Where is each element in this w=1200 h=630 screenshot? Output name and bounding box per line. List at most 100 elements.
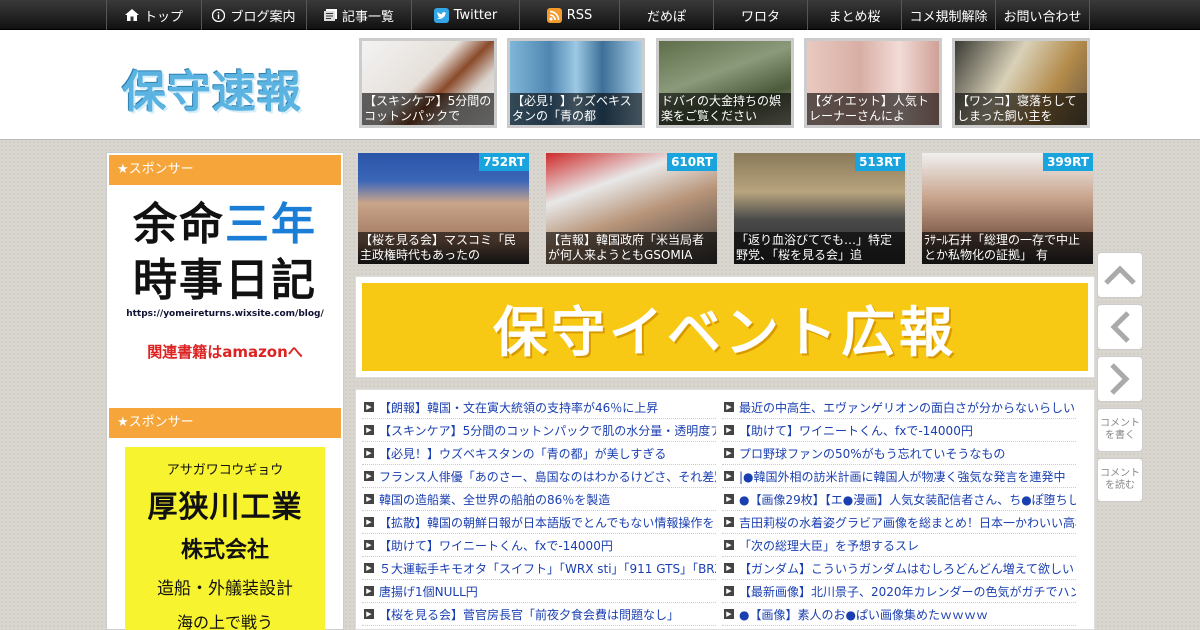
featured-caption: 【吉報】韓国政府「米当局者が何人来ようともGSOMIA: [546, 232, 717, 264]
arrow-icon: ▶: [724, 471, 734, 481]
nav-item-label: ワロタ: [740, 9, 780, 25]
nav-item-rss[interactable]: RSS: [519, 0, 619, 30]
featured-article[interactable]: 513RT 「返り血浴びてでも…」特定野党、「桜を見る会」追: [734, 153, 905, 264]
sidebar: ★スポンサー 余命三年 時事日記 https://yomeireturns.wi…: [106, 152, 344, 630]
nav-item-article-list[interactable]: 記事一覧: [306, 0, 411, 30]
list-item[interactable]: ▶ フランス人俳優「あのさー、島国なのはわかるけどさ、それ差別だよ: [362, 465, 716, 488]
site-logo[interactable]: 保守速報: [122, 56, 302, 120]
banner-url: https://yomeireturns.wixsite.com/blog/: [126, 309, 324, 319]
thumb-caption: 【必見！】ウズベキスタンの「青の都: [510, 93, 642, 125]
header-article-thumb[interactable]: 【スキンケア】5分間のコットンパックで: [359, 38, 497, 128]
header-article-thumb[interactable]: ドバイの大金持ちの娯楽をご覧ください: [656, 38, 794, 128]
arrow-icon: ▶: [724, 448, 734, 458]
arrow-icon: ▶: [724, 586, 734, 596]
arrow-icon: ▶: [364, 517, 374, 527]
list-item[interactable]: ▶ 【助けて】ワイニートくん、fxで-14000円: [362, 534, 716, 557]
list-item[interactable]: ▶ 【拡散】韓国の朝鮮日報が日本語版でとんでもない情報操作を: [362, 511, 716, 534]
header-article-thumb[interactable]: 【ワンコ】寝落ちしてしまった飼い主を: [952, 38, 1090, 128]
nav-item-blog-guide[interactable]: ブログ案内: [201, 0, 306, 30]
nav-item-top[interactable]: トップ: [106, 0, 201, 30]
featured-caption: ﾗｻｰﾙ石井「総理の一存で中止とか私物化の証拠」 有: [922, 232, 1093, 264]
featured-article[interactable]: 752RT 【桜を見る会】マスコミ「民主政権時代もあったの: [358, 153, 529, 264]
list-icon: [323, 9, 337, 21]
twitter-icon: [433, 7, 449, 23]
scroll-top-button[interactable]: [1097, 252, 1143, 298]
nav-item-label: RSS: [566, 7, 593, 23]
nav-item-label: まとめ桜: [828, 9, 881, 25]
list-item[interactable]: ▶ 最近の中高生、エヴァンゲリオンの面白さが分からないらしい: [722, 396, 1076, 419]
list-item[interactable]: ▶ 【助けて】ワイニートくん、fxで-14000円: [722, 419, 1076, 442]
banner-title-line2: 時事日記: [133, 255, 317, 306]
nav-item-label: ブログ案内: [230, 9, 296, 25]
list-item[interactable]: ▶●【画像29枚】【エ●漫画】人気女装配信者さん、ち●ぽ堕ちしてしまう: [722, 488, 1076, 511]
sponsor-heading: ★スポンサー: [109, 408, 341, 438]
nav-item-twitter[interactable]: Twitter: [411, 0, 519, 30]
featured-article[interactable]: 399RT ﾗｻｰﾙ石井「総理の一存で中止とか私物化の証拠」 有: [922, 153, 1093, 264]
featured-article[interactable]: 610RT 【吉報】韓国政府「米当局者が何人来ようともGSOMIA: [546, 153, 717, 264]
list-item[interactable]: ▶ 【ガンダム】こういうガンダムはむしろどんどん増えて欲しい: [722, 557, 1076, 580]
read-comment-button[interactable]: コメントを読む: [1097, 458, 1143, 502]
event-banner[interactable]: 保守イベント広報: [355, 276, 1095, 378]
company-name: 厚狭川工業: [147, 490, 303, 525]
article-list: ▶ 【朗報】韓国・文在寅大統領の支持率が46％に上昇 ▶ 【スキンケア】5分間のコッ…: [355, 389, 1095, 630]
list-item[interactable]: ▶ 【スキンケア】5分間のコットンパックで肌の水分量・透明度アップ: [362, 419, 716, 442]
event-banner-title: 保守イベント広報: [493, 300, 957, 364]
write-comment-button[interactable]: コメントを書く: [1097, 408, 1143, 452]
header-article-thumb[interactable]: 【必見！】ウズベキスタンの「青の都: [507, 38, 645, 128]
arrow-icon: ▶: [364, 402, 374, 412]
list-item[interactable]: ▶ 韓国の造船業、全世界の船舶の86％を製造: [362, 488, 716, 511]
arrow-icon: ▶: [364, 448, 374, 458]
nav-menu: トップ ブログ案内 記事一覧 Twitter RSS だめぽ ワロタ まとめ桜 …: [106, 0, 1090, 30]
thumb-caption: ドバイの大金持ちの娯楽をご覧ください: [659, 93, 791, 125]
company-description: 造船・外艤装設計: [157, 579, 293, 599]
sponsor-banner-yomei[interactable]: 余命三年 時事日記 https://yomeireturns.wixsite.c…: [109, 197, 341, 387]
arrow-icon: ▶: [364, 563, 374, 573]
event-banner-background: 保守イベント広報: [362, 283, 1088, 371]
company-type: 株式会社: [180, 538, 269, 563]
list-item[interactable]: ▶ |●韓国外相の訪米計画に韓国人が物凄く強気な発言を連発中: [722, 465, 1076, 488]
arrow-icon: ▶: [364, 425, 374, 435]
nav-item-label: だめぽ: [646, 9, 686, 25]
thumb-caption: 【ダイエット】人気トレーナーさんによ: [807, 93, 939, 125]
retweet-count-badge: 399RT: [1043, 153, 1093, 171]
list-item[interactable]: ▶【最新画像】北川景子、2020年カレンダーの色気がガチでハンパない: [722, 580, 1076, 603]
list-item[interactable]: ▶ 吉田莉桜の水着姿グラビア画像を総まとめ！日本一かわいい高校生: [722, 511, 1076, 534]
nav-item-warota[interactable]: ワロタ: [713, 0, 807, 30]
list-item[interactable]: ▶ 「次の総理大臣」を予想するスレ: [722, 534, 1076, 557]
list-item[interactable]: ▶ プロ野球ファンの50%がもう忘れていそうなもの: [722, 442, 1076, 465]
previous-button[interactable]: [1097, 304, 1143, 350]
list-item[interactable]: ▶ 唐揚げ1個NULL円: [362, 580, 716, 603]
arrow-icon: ▶: [364, 586, 374, 596]
arrow-icon: ▶: [364, 494, 374, 504]
site-header: 保守速報 【スキンケア】5分間のコットンパックで 【必見！】ウズベキスタンの「青…: [0, 30, 1200, 140]
featured-caption: 「返り血浴びてでも…」特定野党、「桜を見る会」追: [734, 232, 905, 264]
list-item[interactable]: ▶ 【必見！】ウズベキスタンの「青の都」が美しすぎる: [362, 442, 716, 465]
arrow-icon: ▶: [724, 425, 734, 435]
amazon-link[interactable]: 関連書籍はamazonへ: [109, 341, 341, 362]
chevron-left-icon: [1110, 311, 1130, 343]
header-article-thumb[interactable]: 【ダイエット】人気トレーナーさんによ: [804, 38, 942, 128]
article-column-left: ▶ 【朗報】韓国・文在寅大統領の支持率が46％に上昇 ▶ 【スキンケア】5分間のコッ…: [362, 396, 716, 626]
company-kana: アサガワコウギョウ: [166, 463, 284, 478]
rss-icon: [546, 7, 562, 23]
sponsor-banner-asagawa[interactable]: アサガワコウギョウ 厚狭川工業 株式会社 造船・外艤装設計 海の上で戦う: [125, 447, 325, 630]
arrow-icon: ▶: [724, 494, 734, 504]
arrow-icon: ▶: [724, 517, 734, 527]
nav-item-matome-sakura[interactable]: まとめ桜: [807, 0, 901, 30]
arrow-icon: ▶: [364, 609, 374, 619]
retweet-count-badge: 752RT: [479, 153, 529, 171]
thumb-caption: 【ワンコ】寝落ちしてしまった飼い主を: [955, 93, 1087, 125]
banner-title-line1: 余命三年: [133, 199, 317, 250]
next-button[interactable]: [1097, 356, 1143, 402]
nav-item-damepo[interactable]: だめぽ: [619, 0, 713, 30]
nav-item-label: 記事一覧: [341, 9, 394, 25]
info-icon: [212, 8, 226, 22]
list-item[interactable]: ▶ ５大運転手キモオタ「スイフト」「WRX sti」「911 GTS」「BRZ」: [362, 557, 716, 580]
list-item[interactable]: ▶ 【朗報】韓国・文在寅大統領の支持率が46％に上昇: [362, 396, 716, 419]
list-item[interactable]: ▶ 【桜を見る会】菅官房長官「前夜夕食会費は問題なし」: [362, 603, 716, 626]
retweet-count-badge: 513RT: [855, 153, 905, 171]
nav-item-comment-unban[interactable]: コメ規制解除: [901, 0, 995, 30]
company-tagline: 海の上で戦う: [176, 613, 273, 630]
nav-item-contact[interactable]: お問い合わせ: [995, 0, 1090, 30]
list-item[interactable]: ▶ ●【画像】素人のお●ぱい画像集めたｗｗｗｗ: [722, 603, 1076, 626]
